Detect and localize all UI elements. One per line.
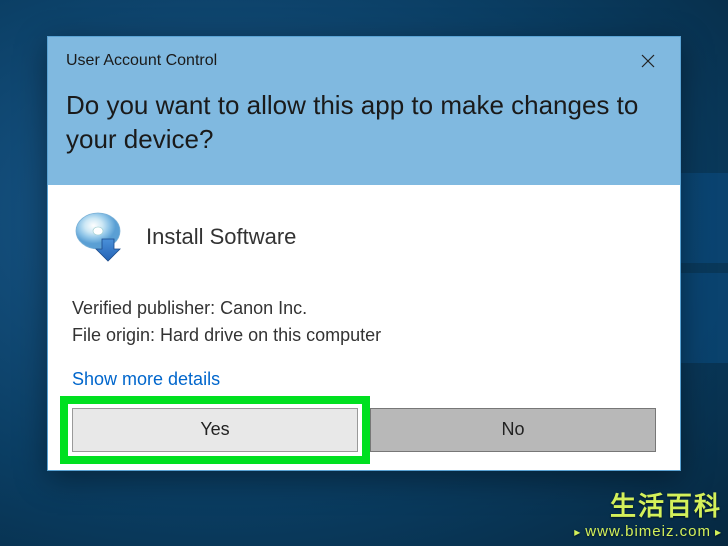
watermark: 生活百科 www.bimeiz.com xyxy=(574,486,722,540)
publisher-info: Verified publisher: Canon Inc. File orig… xyxy=(72,295,656,349)
installer-disc-icon xyxy=(72,209,128,265)
no-button[interactable]: No xyxy=(370,408,656,452)
app-info-row: Install Software xyxy=(72,209,656,265)
origin-label: File origin: xyxy=(72,325,155,345)
close-icon xyxy=(641,54,655,68)
origin-line: File origin: Hard drive on this computer xyxy=(72,322,656,349)
publisher-value: Canon Inc. xyxy=(220,298,307,318)
watermark-url: www.bimeiz.com xyxy=(574,523,722,540)
uac-dialog: User Account Control Do you want to allo… xyxy=(47,36,681,471)
dialog-header: User Account Control Do you want to allo… xyxy=(48,37,680,185)
watermark-title: 生活百科 xyxy=(574,486,722,523)
dialog-title: User Account Control xyxy=(66,52,217,70)
app-name: Install Software xyxy=(146,224,296,250)
publisher-line: Verified publisher: Canon Inc. xyxy=(72,295,656,322)
dialog-headline: Do you want to allow this app to make ch… xyxy=(48,81,680,185)
dialog-body: Install Software Verified publisher: Can… xyxy=(48,185,680,470)
yes-button[interactable]: Yes xyxy=(72,408,358,452)
close-button[interactable] xyxy=(630,47,666,75)
titlebar: User Account Control xyxy=(48,37,680,81)
origin-value: Hard drive on this computer xyxy=(160,325,381,345)
show-more-details-link[interactable]: Show more details xyxy=(72,369,220,390)
publisher-label: Verified publisher: xyxy=(72,298,215,318)
button-row: Yes No xyxy=(72,408,656,452)
